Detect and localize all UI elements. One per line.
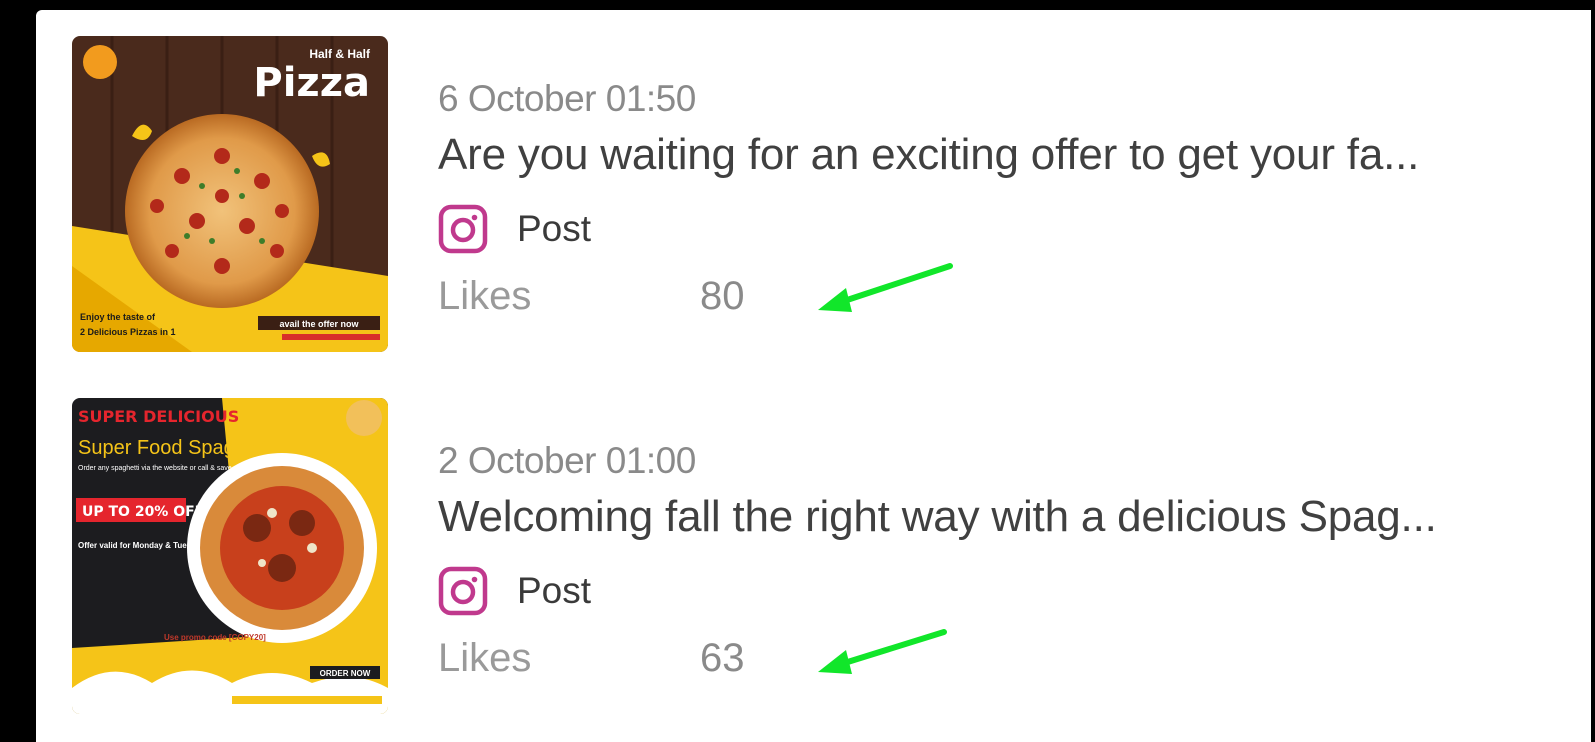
instagram-icon [438,204,488,254]
post-card[interactable]: Half & Half Pizza Enjoy the taste of 2 D… [72,36,1572,358]
thumbnail-cta: ORDER NOW [320,669,371,678]
post-type-label: Post [517,208,592,249]
thumbnail-badge: Half & Half [309,47,371,61]
post-type-row: Post [438,202,591,256]
post-date: 6 October 01:50 [438,78,696,119]
thumbnail-promo: Use promo code [COPY20] [164,633,266,642]
post-type-label: Post [517,570,592,611]
thumbnail-footer-right: avail the offer now [279,319,359,329]
post-thumbnail-pizza[interactable]: Half & Half Pizza Enjoy the taste of 2 D… [72,36,388,352]
likes-label: Likes [438,274,532,318]
post-card[interactable]: SUPER DELICIOUS Super Food Spaghetti Ord… [72,398,1572,720]
thumbnail-sub: Order any spaghetti via the website or c… [78,465,232,472]
post-list-panel: Half & Half Pizza Enjoy the taste of 2 D… [36,10,1591,742]
post-caption[interactable]: Are you waiting for an exciting offer to… [438,130,1419,180]
thumbnail-footer-left-2: 2 Delicious Pizzas in 1 [80,327,176,337]
thumbnail-kicker: SUPER DELICIOUS [78,407,239,426]
annotation-arrow-icon [818,629,947,674]
likes-count: 63 [700,636,745,680]
annotation-arrow-icon [818,263,953,312]
thumbnail-footer-left-1: Enjoy the taste of [80,312,156,322]
thumbnail-title: Pizza [253,60,370,106]
post-type-row: Post [438,564,591,618]
instagram-icon [438,566,488,616]
thumbnail-discount: UP TO 20% OFF [82,504,204,520]
thumbnail-title: Super Food Spaghetti [78,437,273,459]
post-date: 2 October 01:00 [438,440,696,481]
likes-count: 80 [700,274,745,318]
likes-label: Likes [438,636,532,680]
post-thumbnail-spaghetti[interactable]: SUPER DELICIOUS Super Food Spaghetti Ord… [72,398,388,714]
post-caption[interactable]: Welcoming fall the right way with a deli… [438,492,1437,542]
